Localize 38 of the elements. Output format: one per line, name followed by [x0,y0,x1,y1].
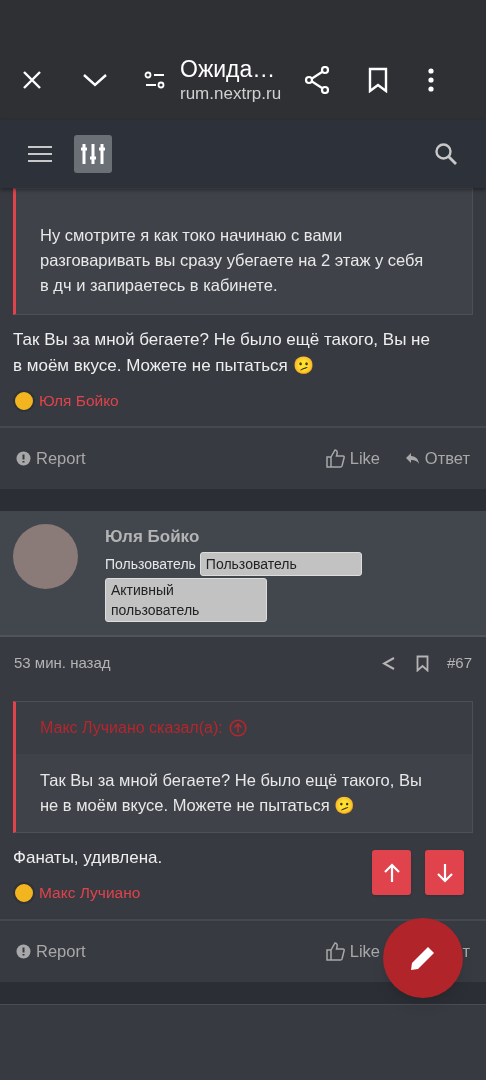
report-link[interactable]: Report [16,446,86,472]
up-button[interactable] [372,850,411,895]
menu-icon[interactable] [28,145,52,163]
arrow-up-icon [382,862,401,883]
like-link[interactable]: Like [325,446,380,472]
post-time: 53 мин. назад [14,653,111,673]
thumbs-up-icon [325,941,345,961]
user-badge: Активный пользователь [105,578,267,623]
post-number[interactable]: #67 [446,652,472,675]
report-link[interactable]: Report [16,938,86,964]
user-name[interactable]: Юля Бойко [105,524,395,551]
search-icon[interactable] [434,142,458,166]
bookmark-icon[interactable] [415,654,429,672]
user-title: Пользователь [105,555,196,575]
chevron-down-icon[interactable] [82,72,108,88]
reaction-user-link[interactable]: Макс Лучиано [39,881,141,905]
page-title: Ожида… [180,55,277,83]
quote-text: Ну смотрите я как токо начинаю с вами разговаривать вы сразу убегаете на 2 этаж у себя в дч и запираетесь в кабинете. [39,225,425,296]
post-text: Так Вы за мной бегаете? Не было ещё такого, Вы не в моём вкусе. Можете не пытаться 🫤 [13,329,431,377]
sliders-icon [80,142,106,166]
user-badge: Пользователь [199,552,362,577]
post-text: Фанаты, удивлена. [13,847,164,870]
filter-button[interactable] [74,135,112,173]
reply-link[interactable]: т [462,938,470,964]
reply-icon [404,452,420,466]
pencil-icon [409,944,437,972]
reply-link[interactable]: Ответ [404,446,470,472]
down-button[interactable] [425,850,464,895]
arrow-down-icon [435,862,454,883]
reaction-user-link[interactable]: Юля Бойко [39,389,119,413]
page-url: rum.nextrp.ru [180,83,283,105]
tune-icon[interactable] [144,71,166,89]
alert-icon [16,943,31,959]
more-icon[interactable] [428,68,434,92]
like-link[interactable]: Like [325,938,380,964]
alert-icon [16,451,31,467]
thumbs-up-icon [325,449,345,469]
quote-text: Так Вы за мной бегаете? Не было ещё такого, Вы не в моём вкусе. Можете не пытаться 🫤 [39,770,423,817]
